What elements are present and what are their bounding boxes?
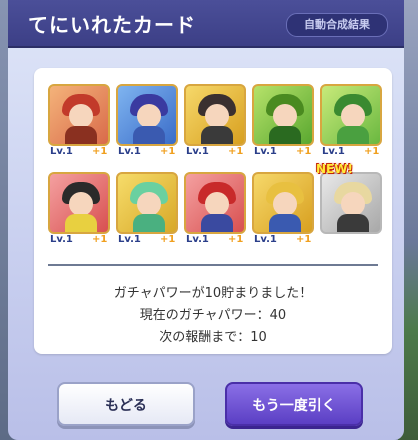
card-plus: +1 [296,146,312,157]
card-plus: +1 [296,234,312,245]
auto-compose-result-button[interactable]: 自動合成結果 [286,13,388,37]
card-plus: +1 [92,234,108,245]
card-plus: +1 [228,146,244,157]
card-level: Lv.1 [254,146,277,157]
card-6[interactable]: Lv.1 +1 [48,172,110,248]
card-art [320,172,382,234]
current-gacha-power: 現在のガチャパワー：40 [139,308,287,323]
card-level: Lv.1 [118,146,141,157]
card-level: Lv.1 [50,234,73,245]
card-art [48,84,110,146]
card-level: Lv.1 [254,234,277,245]
card-art [184,84,246,146]
card-level: Lv.1 [50,146,73,157]
card-art [252,84,314,146]
card-level: Lv.1 [186,234,209,245]
card-9[interactable]: Lv.1 +1 [252,172,314,248]
card-art [320,84,382,146]
card-10[interactable]: NEW! [316,162,382,248]
card-4[interactable]: Lv.1 +1 [252,84,314,160]
divider [48,264,378,266]
card-3[interactable]: Lv.1 +1 [184,84,246,160]
card-8[interactable]: Lv.1 +1 [184,172,246,248]
card-1[interactable]: Lv.1 +1 [48,84,110,160]
card-art [116,172,178,234]
card-5[interactable]: Lv.1 +1 [320,84,382,160]
card-plus: +1 [92,146,108,157]
back-button[interactable]: もどる [57,382,195,426]
card-art [116,84,178,146]
next-reward-countdown: 次の報酬まで：10 [159,330,267,345]
card-level: Lv.1 [322,146,345,157]
gacha-power-message: ガチャパワーが10貯まりました！ [113,286,313,301]
card-plus: +1 [364,146,380,157]
card-plus: +1 [228,234,244,245]
card-2[interactable]: Lv.1 +1 [116,84,178,160]
cards-panel: Lv.1 +1 Lv.1 +1 Lv.1 +1 Lv.1 +1 Lv.1 +1 … [34,68,392,354]
card-7[interactable]: Lv.1 +1 [116,172,178,248]
card-plus: +1 [160,234,176,245]
card-plus: +1 [160,146,176,157]
card-art [184,172,246,234]
card-result-dialog: てにいれたカード 自動合成結果 Lv.1 +1 Lv.1 +1 Lv.1 +1 [8,0,404,440]
dialog-title: てにいれたカード [28,13,196,37]
new-badge: NEW! [316,162,353,176]
draw-again-button[interactable]: もう一度引く [225,382,363,426]
card-art [48,172,110,234]
card-art [252,172,314,234]
dialog-header: てにいれたカード 自動合成結果 [8,0,404,48]
card-level: Lv.1 [186,146,209,157]
card-level: Lv.1 [118,234,141,245]
